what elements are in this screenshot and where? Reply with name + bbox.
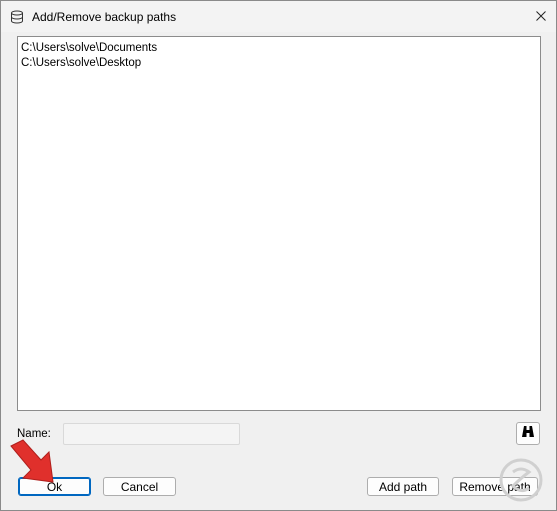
close-icon [536, 10, 546, 24]
binoculars-icon [521, 425, 535, 442]
list-item[interactable]: C:\Users\solve\Desktop [21, 56, 141, 71]
window-title: Add/Remove backup paths [32, 10, 177, 24]
backup-paths-list[interactable]: C:\Users\solve\Documents C:\Users\solve\… [17, 36, 541, 411]
browse-button[interactable] [516, 422, 540, 445]
cancel-button[interactable]: Cancel [103, 477, 176, 496]
dialog-window: Add/Remove backup paths C:\Users\solve\D… [0, 0, 557, 511]
name-input[interactable] [63, 423, 240, 445]
list-item[interactable]: C:\Users\solve\Documents [21, 41, 157, 56]
watermark-logo-icon [499, 458, 543, 502]
close-button[interactable] [531, 7, 551, 27]
title-bar: Add/Remove backup paths [1, 1, 556, 32]
database-icon [10, 10, 24, 24]
add-path-button[interactable]: Add path [367, 477, 439, 496]
annotation-arrow-icon [10, 439, 54, 483]
